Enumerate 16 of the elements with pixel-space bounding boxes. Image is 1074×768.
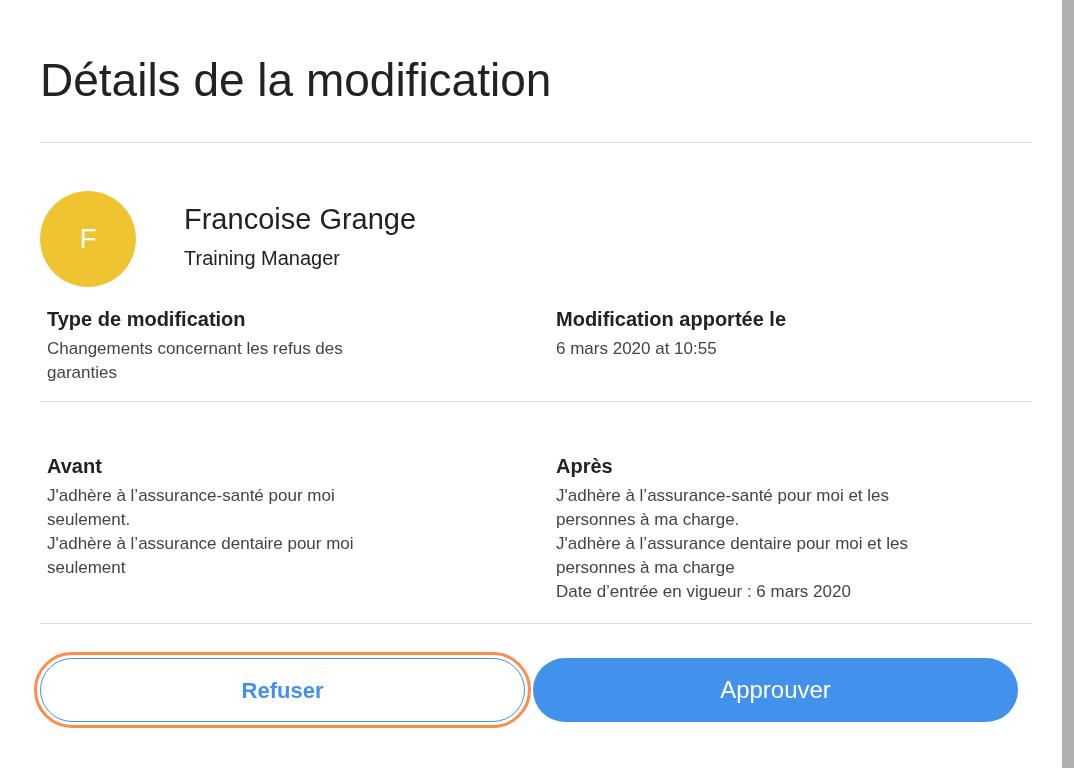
section-text: J'adhère à l’assurance-santé pour moi et les personnes à ma charge. <box>556 485 891 531</box>
avatar: F <box>40 191 136 287</box>
employee-name: Francoise Grange <box>184 202 417 237</box>
dialog-title: Détails de la modification <box>40 53 553 108</box>
section-text: 6 mars 2020 at 10:55 <box>556 338 718 360</box>
approve-button[interactable]: Approuver <box>533 658 1018 722</box>
section-text: J'adhère à l’assurance-santé pour moi seulement. <box>47 485 336 531</box>
section-heading: Modification apportée le <box>556 307 788 332</box>
section-text: J'adhère à l’assurance dentaire pour moi seulement <box>47 533 355 579</box>
section-text: J'adhère à l’assurance dentaire pour moi et les personnes à ma charge <box>556 533 909 579</box>
section-heading: Type de modification <box>47 307 247 332</box>
employee-role: Training Manager <box>184 246 341 271</box>
section-heading: Avant <box>47 454 103 479</box>
section-text: Date d’entrée en vigueur : 6 mars 2020 <box>556 581 852 603</box>
section-text: Changements concernant les refus des garanties <box>47 338 344 384</box>
section-heading: Après <box>556 454 614 479</box>
